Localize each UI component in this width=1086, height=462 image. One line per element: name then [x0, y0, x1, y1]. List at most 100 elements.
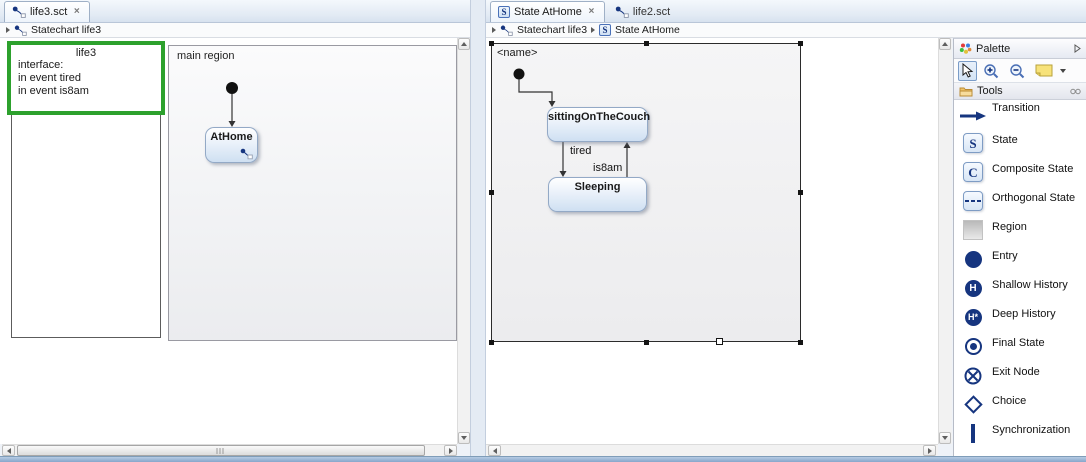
palette-tool-label: Orthogonal State	[992, 192, 1076, 204]
statechart-file-icon	[14, 25, 27, 36]
palette-tool-label: Shallow History	[992, 279, 1068, 291]
left-horizontal-scrollbar[interactable]	[2, 444, 457, 456]
palette-tool-label: State	[992, 134, 1018, 146]
palette-tool-label: Region	[992, 221, 1027, 233]
selection-handle[interactable]	[716, 338, 723, 345]
palette-tool-composite-state[interactable]: C Composite State	[954, 159, 1086, 187]
palette-tool-entry[interactable]: Entry	[954, 246, 1086, 274]
palette-tool-orthogonal-state[interactable]: Orthogonal State	[954, 188, 1086, 216]
zoom-out-button[interactable]	[1006, 61, 1029, 81]
state-label: AtHome	[210, 131, 253, 143]
scroll-right-button[interactable]	[444, 445, 457, 456]
transition-label-tired[interactable]: tired	[570, 145, 591, 157]
palette-tool-shallow-history[interactable]: H Shallow History	[954, 275, 1086, 303]
palette-tool-state[interactable]: S State	[954, 130, 1086, 158]
statechart-file-icon	[12, 6, 26, 18]
state-athome[interactable]: AtHome	[205, 127, 258, 163]
region-icon	[960, 220, 986, 240]
expander-icon[interactable]	[6, 27, 10, 33]
left-vertical-scrollbar[interactable]	[457, 38, 470, 444]
tools-drawer-header[interactable]: Tools	[954, 83, 1086, 100]
palette-tool-final-state[interactable]: Final State	[954, 333, 1086, 361]
right-editor-tabbar: S State AtHome life2.sct	[486, 0, 1086, 23]
scroll-left-button[interactable]	[2, 445, 15, 456]
scrollbar-thumb[interactable]	[17, 445, 425, 456]
selection-handle[interactable]	[798, 340, 803, 345]
spec-line: in event tired	[18, 72, 81, 84]
tab-label: State AtHome	[514, 6, 582, 18]
palette-icon	[959, 42, 972, 55]
selection-handle[interactable]	[489, 190, 494, 195]
transition-label-is8am[interactable]: is8am	[593, 162, 622, 174]
left-diagram-canvas[interactable]: life3 interface: in event tired in event…	[0, 38, 457, 444]
scroll-down-button[interactable]	[458, 432, 470, 444]
breadcrumb-item-statechart[interactable]: Statechart life3	[517, 24, 587, 36]
drawer-title: Tools	[977, 85, 1003, 97]
pin-icon[interactable]	[1070, 88, 1081, 95]
deep-history-icon: H*	[960, 309, 986, 326]
selection-handle[interactable]	[489, 340, 494, 345]
state-label: sittingOnTheCouch	[548, 111, 651, 123]
submachine-icon	[239, 147, 254, 160]
selection-handle[interactable]	[798, 41, 803, 46]
tab-label: life3.sct	[30, 6, 68, 18]
scroll-right-button[interactable]	[923, 445, 936, 456]
state-label: Sleeping	[574, 181, 621, 193]
palette-header[interactable]: Palette	[954, 39, 1086, 59]
tab-life2-sct[interactable]: life2.sct	[607, 1, 678, 22]
tab-label: life2.sct	[632, 6, 671, 18]
right-transitions-layer	[513, 68, 631, 177]
close-icon[interactable]	[586, 7, 597, 18]
right-diagram-canvas[interactable]: <name> sittingOnTheCouch Sleeping tired …	[486, 38, 938, 444]
state-sittingonthecouch[interactable]: sittingOnTheCouch	[547, 107, 651, 142]
statechart-file-icon	[500, 25, 513, 36]
collapse-palette-icon[interactable]	[1074, 44, 1081, 53]
palette-tool-exit-node[interactable]: Exit Node	[954, 362, 1086, 390]
tab-state-athome[interactable]: S State AtHome	[490, 1, 605, 22]
breadcrumb-item-statechart[interactable]: Statechart life3	[31, 24, 101, 36]
scroll-up-button[interactable]	[939, 38, 951, 50]
scroll-up-button[interactable]	[458, 38, 470, 50]
tab-life3-sct[interactable]: life3.sct	[4, 1, 91, 22]
scroll-left-button[interactable]	[488, 445, 501, 456]
palette-tool-region[interactable]: Region	[954, 217, 1086, 245]
scroll-down-button[interactable]	[939, 432, 951, 444]
selection-handle[interactable]	[644, 340, 649, 345]
palette-tool-transition[interactable]: Transition	[954, 101, 1086, 129]
orthogonal-state-icon	[960, 191, 986, 211]
close-icon[interactable]	[71, 7, 82, 18]
spec-line: in event is8am	[18, 85, 89, 97]
expander-icon[interactable]	[492, 27, 496, 33]
select-tool-button[interactable]	[958, 60, 977, 81]
state-icon: S	[960, 133, 986, 153]
selection-handle[interactable]	[644, 41, 649, 46]
synchronization-icon	[960, 424, 986, 443]
palette-title: Palette	[976, 42, 1011, 55]
right-vertical-scrollbar[interactable]	[938, 38, 952, 444]
selection-handle[interactable]	[798, 190, 803, 195]
palette-toolbar	[954, 59, 1086, 83]
note-dropdown-icon[interactable]	[1060, 68, 1066, 73]
window-bottom-edge	[0, 456, 1086, 462]
statechart-ide-window: life3.sct Statechart life3 life3 interfa…	[0, 0, 1086, 462]
state-icon: S	[498, 6, 510, 18]
palette-tool-choice[interactable]: Choice	[954, 391, 1086, 419]
note-tool-button[interactable]	[1032, 61, 1056, 81]
palette-tool-label: Deep History	[992, 308, 1056, 320]
expander-icon[interactable]	[591, 27, 596, 33]
left-breadcrumb: Statechart life3	[0, 23, 472, 38]
selected-interface-block[interactable]: life3 interface: in event tired in event…	[7, 41, 165, 115]
breadcrumb-item-state[interactable]: State AtHome	[615, 24, 680, 36]
editor-sash[interactable]	[470, 0, 486, 456]
palette-tool-deep-history[interactable]: H* Deep History	[954, 304, 1086, 332]
state-sleeping[interactable]: Sleeping	[548, 177, 647, 212]
selection-handle[interactable]	[489, 41, 494, 46]
exit-node-icon	[960, 367, 986, 385]
right-horizontal-scrollbar[interactable]	[486, 444, 938, 456]
statechart-file-icon	[615, 6, 629, 18]
zoom-in-button[interactable]	[980, 61, 1003, 81]
palette-tool-label: Transition	[992, 102, 1040, 114]
palette-tool-synchronization[interactable]: Synchronization	[954, 420, 1086, 448]
palette-panel: Palette Tools Transition S State C Compo…	[953, 38, 1086, 456]
palette-tool-label: Final State	[992, 337, 1045, 349]
